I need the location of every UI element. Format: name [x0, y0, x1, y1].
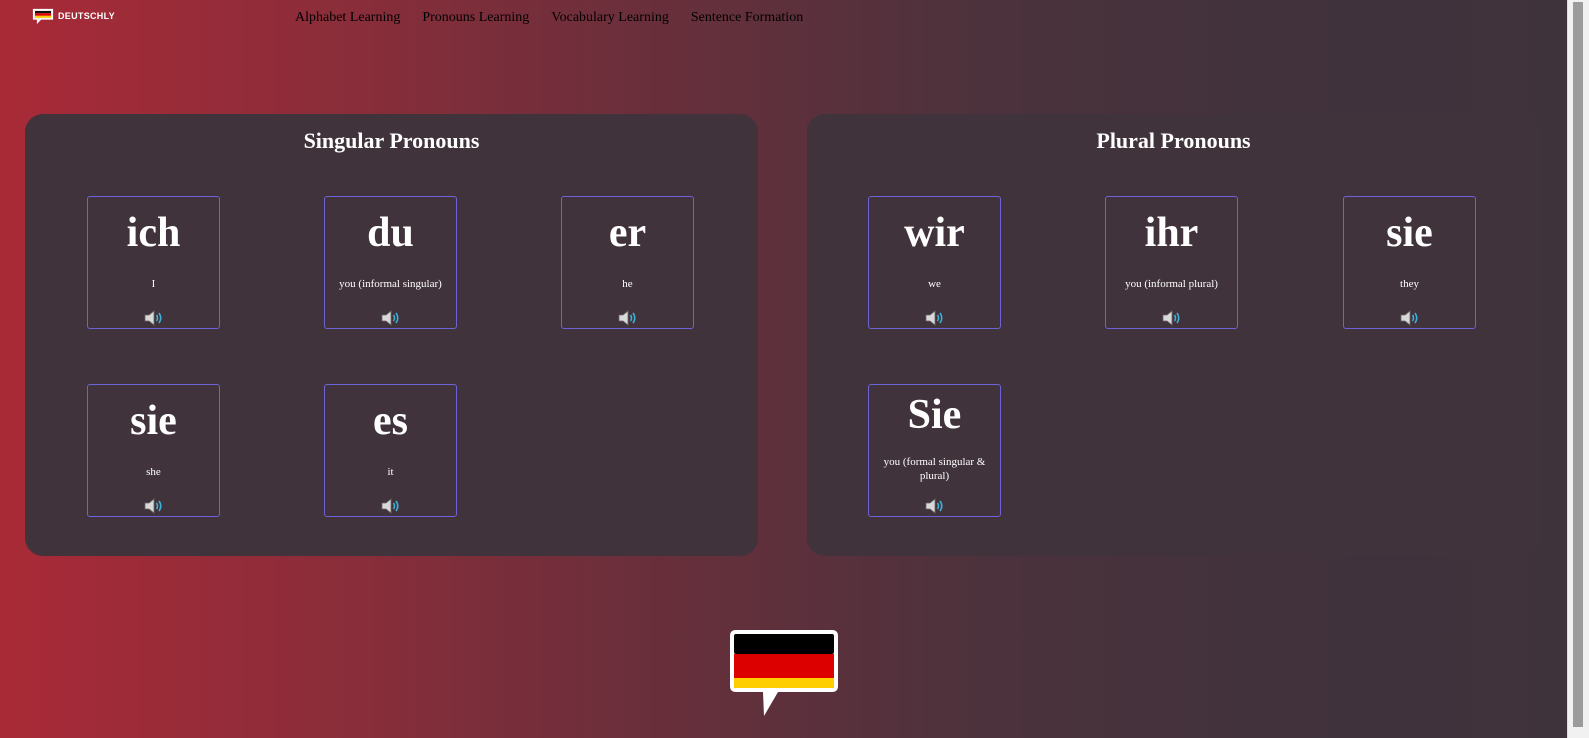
speaker-icon[interactable] — [380, 308, 402, 328]
pronoun-word: es — [373, 398, 408, 444]
speech-bubble-logo-icon — [32, 8, 54, 24]
pronoun-word: sie — [130, 398, 177, 444]
pronoun-meaning: you (formal singular & plural) — [883, 456, 986, 482]
pronoun-card-sie-she[interactable]: sie she — [87, 384, 220, 517]
pronoun-card-du[interactable]: du you (informal singular) — [324, 196, 457, 329]
vertical-scrollbar[interactable] — [1567, 0, 1589, 738]
pronoun-card-ich[interactable]: ich I — [87, 196, 220, 329]
german-flag-speech-bubble-icon — [730, 630, 838, 716]
speaker-icon[interactable] — [1161, 308, 1183, 328]
pronoun-meaning: we — [928, 278, 941, 290]
pronoun-word: ihr — [1144, 210, 1199, 256]
speaker-icon[interactable] — [924, 496, 946, 516]
speaker-icon[interactable] — [617, 308, 639, 328]
pronoun-meaning: you (informal singular) — [339, 278, 442, 290]
pronoun-card-sie-they[interactable]: sie they — [1343, 196, 1476, 329]
pronoun-meaning: you (informal plural) — [1125, 278, 1218, 290]
pronoun-meaning: they — [1400, 278, 1419, 290]
brand-name: DEUTSCHLY — [58, 11, 115, 21]
main-nav: Alphabet Learning Pronouns Learning Voca… — [295, 10, 825, 26]
speaker-icon[interactable] — [380, 496, 402, 516]
nav-pronouns-learning[interactable]: Pronouns Learning — [422, 10, 529, 26]
panel-title: Plural Pronouns — [1096, 128, 1251, 153]
pronoun-word: Sie — [907, 392, 962, 438]
pronoun-word: ich — [126, 210, 181, 256]
pronoun-meaning: I — [151, 278, 156, 290]
pronoun-card-ihr[interactable]: ihr you (informal plural) — [1105, 196, 1238, 329]
pronoun-meaning: she — [146, 466, 161, 478]
panel-title: Singular Pronouns — [303, 128, 480, 153]
pronoun-card-Sie-formal[interactable]: Sie you (formal singular & plural) — [868, 384, 1001, 517]
speaker-icon[interactable] — [143, 308, 165, 328]
pronoun-word: sie — [1386, 210, 1433, 256]
pronoun-word: wir — [904, 210, 965, 256]
nav-sentence-formation[interactable]: Sentence Formation — [691, 10, 803, 26]
pronoun-card-es[interactable]: es it — [324, 384, 457, 517]
brand-logo[interactable]: DEUTSCHLY — [32, 8, 115, 24]
top-navbar: DEUTSCHLY Alphabet Learning Pronouns Lea… — [0, 0, 1568, 40]
speaker-icon[interactable] — [143, 496, 165, 516]
scrollbar-thumb[interactable] — [1573, 2, 1583, 727]
pronoun-word: er — [608, 210, 647, 256]
pronoun-meaning: it — [387, 466, 394, 478]
singular-pronouns-panel: Singular Pronouns ich I du you (informal… — [25, 114, 758, 556]
pronoun-card-wir[interactable]: wir we — [868, 196, 1001, 329]
plural-pronouns-panel: Plural Pronouns wir we ihr you (informal… — [807, 114, 1540, 556]
speaker-icon[interactable] — [1399, 308, 1421, 328]
pronoun-meaning: he — [622, 278, 633, 290]
pronoun-word: du — [367, 210, 414, 256]
nav-vocabulary-learning[interactable]: Vocabulary Learning — [551, 10, 669, 26]
speaker-icon[interactable] — [924, 308, 946, 328]
pronoun-card-er[interactable]: er he — [561, 196, 694, 329]
nav-alphabet-learning[interactable]: Alphabet Learning — [295, 10, 400, 26]
